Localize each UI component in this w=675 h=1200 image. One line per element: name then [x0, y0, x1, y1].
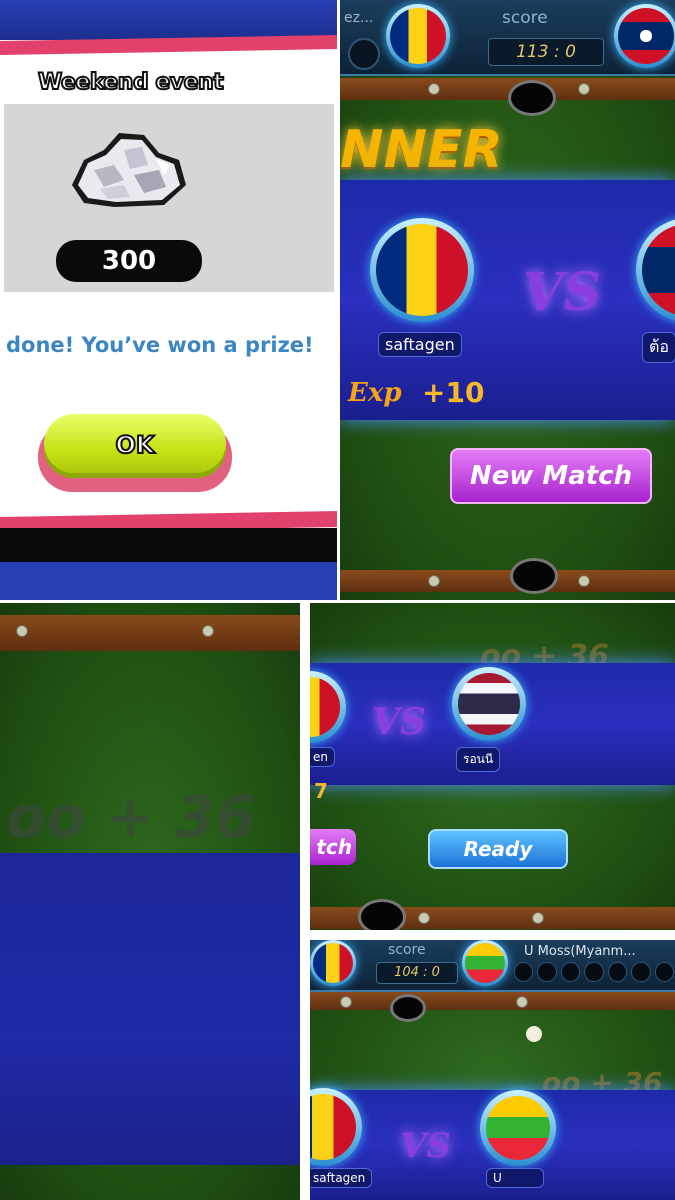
blurred-banner [0, 853, 300, 1165]
score-value: 113 : 0 [488, 38, 604, 66]
player-flag-small [386, 4, 450, 68]
player-name: saftagen [378, 332, 462, 357]
popup-top-strip [0, 0, 337, 40]
table-rail-top [0, 615, 300, 651]
prize-amount-badge: 300 [56, 240, 202, 282]
myanmar-match-panel: score 104 : 0 U Moss(Myanm... oo + 36 VS… [310, 940, 675, 1200]
score-label: score [502, 8, 548, 28]
diamond-pile-icon [64, 125, 190, 210]
romania-flag-icon [313, 943, 353, 983]
exp-label: Exp [348, 378, 402, 408]
myanmar-flag-icon [465, 943, 505, 983]
romania-flag-icon [390, 8, 446, 64]
popup-bottom-strip [0, 562, 337, 600]
winner-banner-text: NNER [340, 120, 503, 180]
vs-label: VS [400, 1126, 451, 1166]
table-pocket [510, 558, 558, 594]
opponent-name: รอนนี [456, 747, 501, 772]
ready-button[interactable]: Ready [428, 829, 568, 869]
laos-flag-icon [642, 224, 675, 316]
ok-button[interactable]: OK [44, 414, 226, 478]
player-flag-small [310, 940, 356, 986]
opponent-flag-small [462, 940, 508, 986]
score-value: 104 : 0 [376, 962, 458, 984]
vs-label: VS [372, 701, 426, 743]
score-header: score 104 : 0 U Moss(Myanm... [310, 940, 675, 992]
ok-button-label: OK [115, 430, 156, 460]
score-label: score [388, 942, 426, 958]
romania-flag-icon [310, 677, 340, 737]
vs-label: VS [523, 262, 601, 323]
winner-panel: ez... score 113 : 0 NNER VS saftagen ต้อ… [340, 0, 675, 600]
table-pocket [508, 80, 556, 116]
opponent-flag [452, 667, 526, 741]
opponent-name: U [486, 1168, 544, 1188]
player-name: en [310, 747, 335, 767]
ball-slots [514, 962, 674, 984]
romania-flag-icon [310, 1094, 356, 1160]
player-flag [370, 218, 474, 322]
table-rail-bottom [340, 570, 675, 592]
opponent-flag-small [614, 4, 675, 68]
table-pocket [358, 899, 406, 930]
truncated-player-name: ez... [344, 10, 374, 26]
thailand-flag-icon [458, 673, 520, 735]
ready-panel: oo + 36 VS en รอนนี 7 tch Ready [310, 603, 675, 930]
table-pocket [390, 994, 426, 1022]
exp-value: +10 [422, 376, 485, 409]
laos-flag-icon [618, 8, 674, 64]
player-name: saftagen [310, 1168, 373, 1188]
opponent-name: ต้อ [642, 332, 675, 363]
blurred-table-panel: oo + 36 [0, 603, 300, 1200]
score-header: ez... score 113 : 0 [340, 0, 675, 76]
reward-popup-panel: Weekend event 300 done! You’ve won a pri… [0, 0, 337, 600]
romania-flag-icon [376, 224, 468, 316]
popup-bottom-dark [0, 528, 337, 562]
new-match-button[interactable]: tch [310, 829, 356, 865]
exp-value: 7 [314, 779, 328, 803]
avatar-slot [348, 38, 380, 70]
new-match-button[interactable]: New Match [450, 448, 652, 504]
prize-message: done! You’ve won a prize! [6, 333, 314, 357]
popup-title: Weekend event [37, 69, 225, 96]
opponent-header-name: U Moss(Myanm... [524, 944, 636, 959]
faded-score-text: oo + 36 [6, 783, 256, 851]
myanmar-flag-icon [486, 1096, 550, 1160]
table-rail-top [310, 992, 675, 1010]
opponent-flag [480, 1090, 556, 1166]
cue-ball [526, 1026, 542, 1042]
